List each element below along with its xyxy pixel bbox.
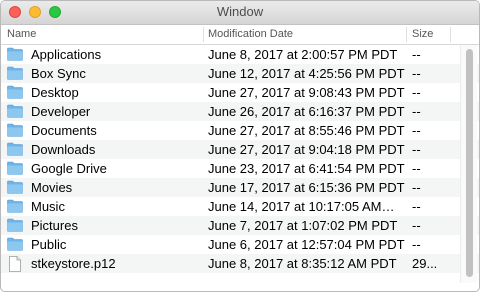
file-modification-date: June 17, 2017 at 6:15:36 PM PDT	[208, 180, 405, 195]
finder-window: Window Name Modification Date Size Appli…	[0, 0, 480, 292]
file-modification-date: June 26, 2017 at 6:16:37 PM PDT	[208, 104, 405, 119]
file-row[interactable]: Documents June 27, 2017 at 8:55:46 PM PDT…	[1, 121, 479, 140]
file-row[interactable]: Music June 14, 2017 at 10:17:05 AM… --	[1, 197, 479, 216]
file-modification-date: June 6, 2017 at 12:57:04 PM PDT	[208, 237, 405, 252]
file-modification-date: June 8, 2017 at 2:00:57 PM PDT	[208, 47, 398, 62]
file-row[interactable]: Desktop June 27, 2017 at 9:08:43 PM PDT --	[1, 83, 479, 102]
column-header-name[interactable]: Name	[7, 28, 36, 40]
folder-icon	[7, 85, 23, 99]
file-modification-date: June 12, 2017 at 4:25:56 PM PDT	[208, 66, 405, 81]
file-size: --	[412, 85, 421, 100]
file-size: --	[412, 142, 421, 157]
file-row[interactable]: Developer June 26, 2017 at 6:16:37 PM PDT…	[1, 102, 479, 121]
file-modification-date: June 8, 2017 at 8:35:12 AM PDT	[208, 256, 397, 271]
file-modification-date: June 14, 2017 at 10:17:05 AM…	[208, 199, 395, 214]
file-name: stkeystore.p12	[31, 256, 116, 271]
folder-icon	[7, 47, 23, 61]
folder-icon	[7, 66, 23, 80]
file-name: Pictures	[31, 218, 78, 233]
file-name: Box Sync	[31, 66, 86, 81]
window-title: Window	[216, 4, 264, 19]
column-divider[interactable]	[203, 27, 204, 42]
file-row[interactable]: Downloads June 27, 2017 at 9:04:18 PM PDT…	[1, 140, 479, 159]
file-size: --	[412, 199, 421, 214]
file-row[interactable]: Google Drive June 23, 2017 at 6:41:54 PM …	[1, 159, 479, 178]
file-size: 29...	[412, 256, 438, 271]
scrollbar-thumb[interactable]	[466, 49, 473, 277]
file-size: --	[412, 66, 421, 81]
column-header: Name Modification Date Size	[1, 25, 479, 45]
file-row[interactable]: Pictures June 7, 2017 at 1:07:02 PM PDT --	[1, 216, 479, 235]
file-size: --	[412, 47, 421, 62]
file-row[interactable]: Applications June 8, 2017 at 2:00:57 PM P…	[1, 45, 479, 64]
file-row[interactable]: Public June 6, 2017 at 12:57:04 PM PDT --	[1, 235, 479, 254]
file-name: Movies	[31, 180, 73, 195]
file-size: --	[412, 123, 421, 138]
folder-icon	[7, 161, 23, 175]
column-divider[interactable]	[406, 27, 407, 42]
file-name: Documents	[31, 123, 97, 138]
document-icon	[7, 256, 23, 272]
file-size: --	[412, 218, 421, 233]
file-size: --	[412, 237, 421, 252]
title-bar[interactable]: Window	[1, 1, 479, 25]
file-name: Public	[31, 237, 67, 252]
file-size: --	[412, 161, 421, 176]
file-size: --	[412, 180, 421, 195]
file-modification-date: June 27, 2017 at 9:08:43 PM PDT	[208, 85, 405, 100]
folder-icon	[7, 218, 23, 232]
file-name: Google Drive	[31, 161, 107, 176]
file-name: Music	[31, 199, 65, 214]
file-modification-date: June 7, 2017 at 1:07:02 PM PDT	[208, 218, 398, 233]
file-modification-date: June 27, 2017 at 9:04:18 PM PDT	[208, 142, 405, 157]
column-header-size[interactable]: Size	[412, 28, 433, 40]
file-size: --	[412, 104, 421, 119]
folder-icon	[7, 142, 23, 156]
file-name: Desktop	[31, 85, 79, 100]
file-name: Downloads	[31, 142, 96, 157]
file-name: Applications	[31, 47, 102, 62]
folder-icon	[7, 123, 23, 137]
file-row[interactable]: stkeystore.p12 June 8, 2017 at 8:35:12 AM…	[1, 254, 479, 273]
folder-icon	[7, 104, 23, 118]
file-list: Applications June 8, 2017 at 2:00:57 PM P…	[1, 45, 479, 273]
file-modification-date: June 23, 2017 at 6:41:54 PM PDT	[208, 161, 405, 176]
file-row[interactable]: Box Sync June 12, 2017 at 4:25:56 PM PDT -…	[1, 64, 479, 83]
file-row[interactable]: Movies June 17, 2017 at 6:15:36 PM PDT --	[1, 178, 479, 197]
column-header-date[interactable]: Modification Date	[208, 28, 293, 40]
folder-icon	[7, 199, 23, 213]
folder-icon	[7, 180, 23, 194]
file-name: Developer	[31, 104, 91, 119]
column-divider[interactable]	[450, 27, 451, 42]
file-modification-date: June 27, 2017 at 8:55:46 PM PDT	[208, 123, 405, 138]
folder-icon	[7, 237, 23, 251]
vertical-scrollbar[interactable]	[460, 45, 477, 283]
